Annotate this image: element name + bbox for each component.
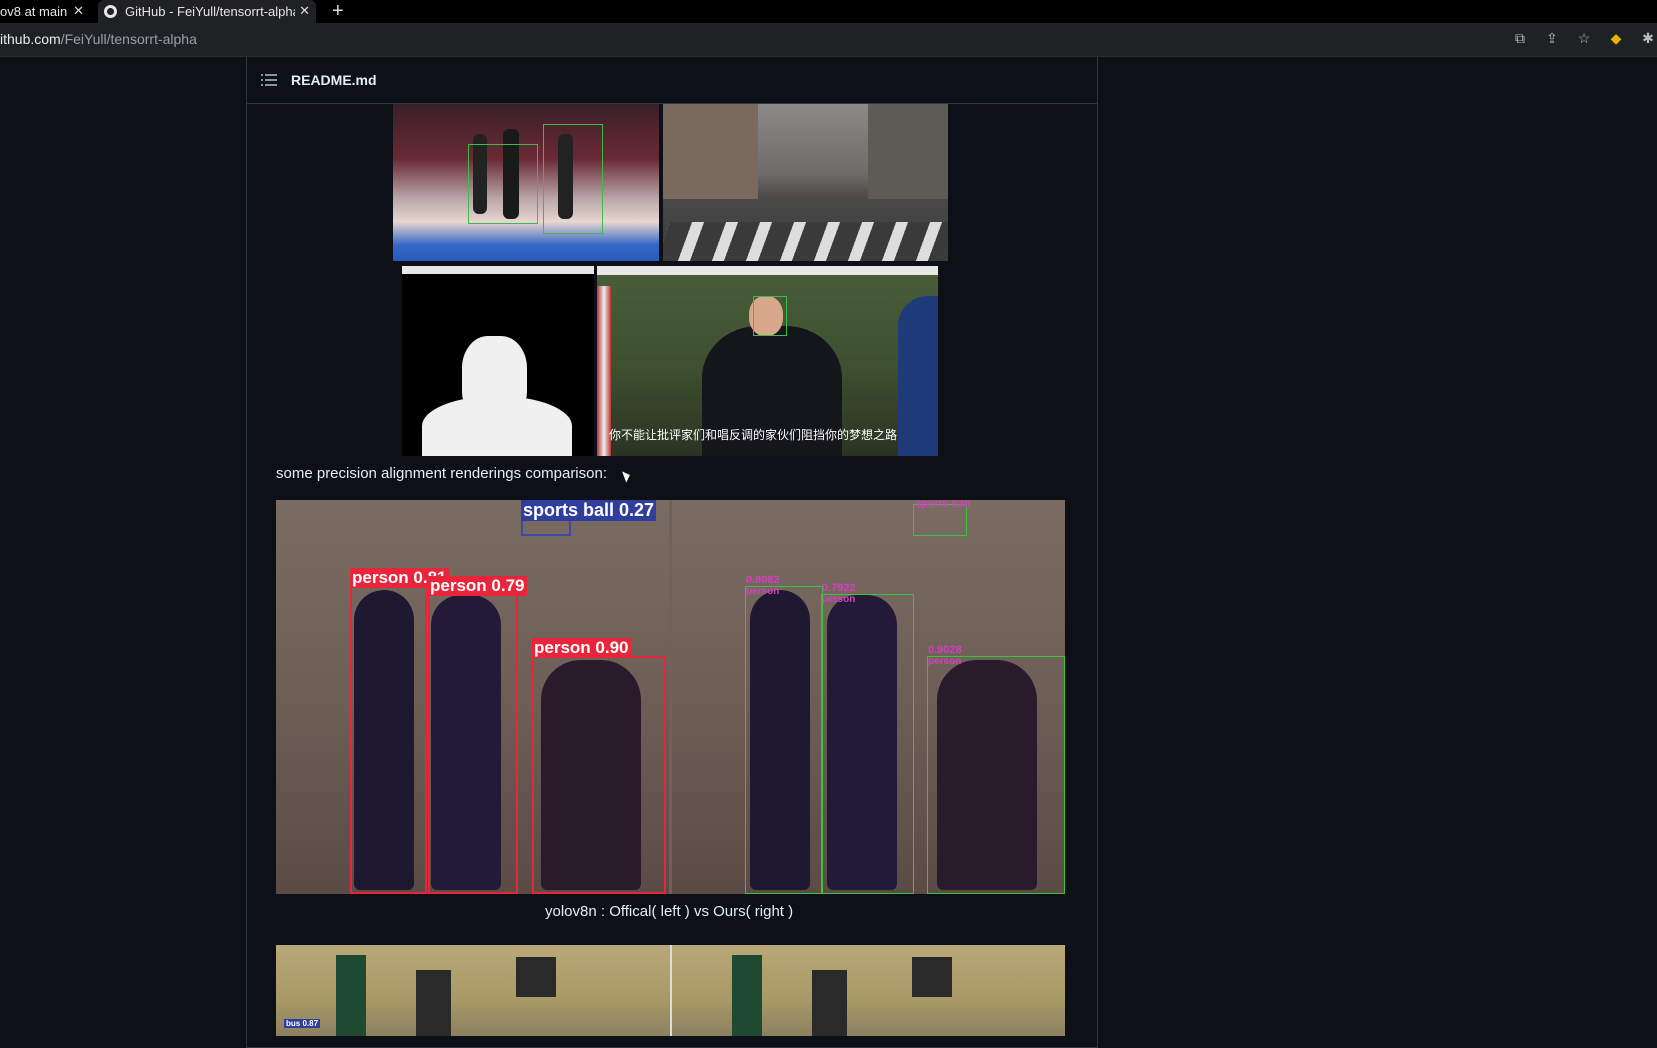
ours-label: 0.8082 — [746, 574, 780, 586]
new-tab-icon[interactable]: + — [332, 0, 344, 22]
github-icon — [104, 5, 117, 18]
street-image — [663, 104, 948, 261]
star-icon[interactable]: ☆ — [1575, 29, 1593, 47]
translate-icon[interactable]: ⧉ — [1511, 29, 1529, 47]
tab-github[interactable]: GitHub - FeiYull/tensorrt-alpha ✕ — [98, 0, 316, 23]
official-label: sports ball 0.27 — [521, 500, 657, 521]
address-bar[interactable]: ithub.com/FeiYull/tensorrt-alpha ⧉ ⇪ ☆ ◆… — [0, 23, 1657, 57]
url-text[interactable]: ithub.com/FeiYull/tensorrt-alpha — [0, 31, 197, 47]
comparison-image: sports ball 0.27 person 0.81 person 0.79… — [276, 500, 1065, 894]
extension-icon[interactable]: ◆ — [1607, 29, 1625, 47]
ours-label: 0.9028 — [928, 644, 962, 656]
ours-class: person — [822, 594, 856, 605]
tab-label: GitHub - FeiYull/tensorrt-alpha — [125, 4, 295, 19]
tab-yolov8[interactable]: ov8 at main ✕ — [0, 0, 90, 23]
matting-image — [402, 266, 594, 456]
comparison-caption: yolov8n : Offical( left ) vs Ours( right… — [545, 903, 794, 920]
tab-bar: ov8 at main ✕ GitHub - FeiYull/tensorrt-… — [0, 0, 1657, 23]
face-detection-image: 你不能让批评家们和唱反调的家伙们阻挡你的梦想之路 — [597, 266, 938, 456]
tab-label: ov8 at main — [0, 4, 68, 19]
close-icon[interactable]: ✕ — [73, 3, 84, 19]
official-label: person 0.90 — [532, 638, 631, 658]
subtitle-text: 你不能让批评家们和唱反调的家伙们阻挡你的梦想之路 — [609, 428, 898, 442]
ours-class: person — [928, 656, 962, 667]
official-label: person 0.79 — [428, 576, 527, 596]
readme-header: README.md — [247, 57, 1097, 104]
bus-label: bus 0.87 — [284, 1019, 321, 1028]
ours-label: 0.7922 — [822, 582, 856, 594]
ours-class: person — [746, 586, 780, 597]
basketball-image — [393, 104, 659, 261]
share-icon[interactable]: ⇪ — [1543, 29, 1561, 47]
list-icon[interactable] — [261, 74, 277, 86]
comparison-text: some precision alignment renderings comp… — [276, 465, 607, 482]
bus-comparison-image: bus 0.87 — [276, 945, 1065, 1036]
readme-title: README.md — [291, 72, 377, 88]
close-icon[interactable]: ✕ — [299, 3, 310, 19]
ours-label: sports ball — [915, 500, 971, 510]
puzzle-icon[interactable]: ✱ — [1639, 29, 1657, 47]
